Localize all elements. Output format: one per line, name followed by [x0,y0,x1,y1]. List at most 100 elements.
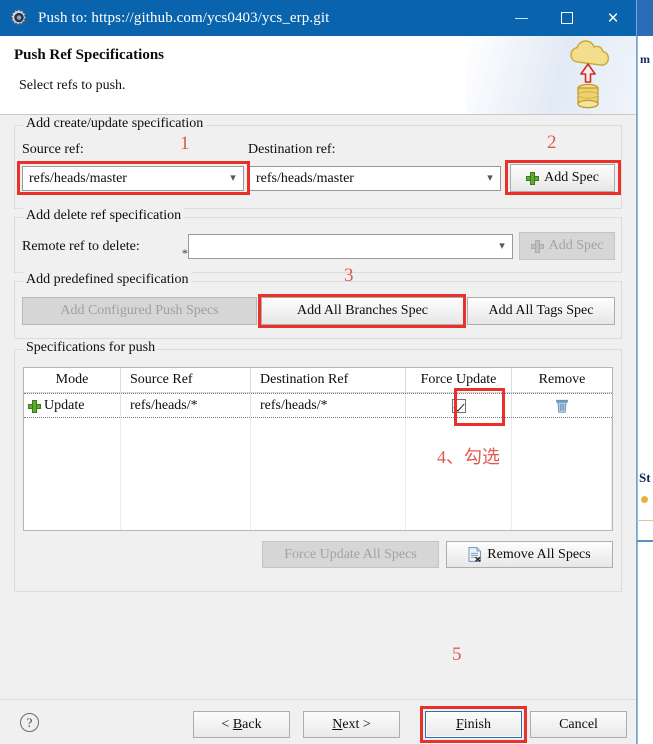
chevron-down-icon: ▾ [487,172,493,184]
minimize-icon [514,17,528,19]
empty-cell [406,518,512,530]
cancel-button-label: Cancel [559,716,598,732]
document-delete-icon [468,547,482,562]
source-ref-value: refs/heads/master [29,170,127,186]
cloud-upload-database-icon [560,38,616,112]
empty-cell [251,418,406,443]
empty-cell [251,518,406,530]
empty-cell [406,443,512,468]
empty-cell [406,418,512,443]
background-editor-area [637,36,653,744]
empty-cell [512,518,612,530]
empty-cell [24,418,121,443]
empty-cell [121,493,251,518]
background-titlebar [637,0,653,36]
column-header-mode[interactable]: Mode [24,368,121,392]
push-dialog: Push to: https://github.com/ycs0403/ycs_… [0,0,637,744]
background-marker-dot [641,496,648,503]
remote-ref-combo[interactable]: ▾ [188,234,513,259]
background-text-b: St [639,470,651,485]
force-update-all-specs-label: Force Update All Specs [284,546,417,562]
maximize-button[interactable] [544,0,590,36]
cell-remove[interactable] [512,394,612,417]
table-row-empty [24,443,612,468]
help-icon[interactable]: ? [20,713,39,732]
empty-cell [512,418,612,443]
dialog-title: Push to: https://github.com/ycs0403/ycs_… [38,9,330,26]
destination-ref-value: refs/heads/master [256,170,354,186]
add-all-tags-spec-button[interactable]: Add All Tags Spec [467,297,615,325]
add-configured-push-specs-button[interactable]: Add Configured Push Specs [22,297,257,325]
empty-cell [251,468,406,493]
remote-ref-label: Remote ref to delete: [22,239,140,254]
background-divider [637,520,653,521]
plus-icon [526,171,540,185]
cell-mode: Update [24,394,121,417]
empty-cell [121,468,251,493]
gear-icon [9,8,29,28]
table-row-empty [24,468,612,493]
specs-group-label: Specifications for push [23,340,159,356]
table-row-empty [24,418,612,443]
empty-cell [24,493,121,518]
column-header-source-ref[interactable]: Source Ref [121,368,251,392]
empty-cell [406,468,512,493]
close-icon: × [607,7,619,29]
empty-cell [24,518,121,530]
back-button-label: < Back [221,716,262,732]
empty-cell [121,418,251,443]
add-spec-create-button[interactable]: Add Spec [510,164,615,192]
column-header-remove[interactable]: Remove [512,368,612,392]
table-header-row: Mode Source Ref Destination Ref Force Up… [24,368,612,393]
source-ref-combo[interactable]: refs/heads/master ▾ [22,166,244,191]
add-all-branches-spec-button[interactable]: Add All Branches Spec [261,297,464,325]
column-header-destination-ref[interactable]: Destination Ref [251,368,406,392]
force-update-all-specs-button[interactable]: Force Update All Specs [262,541,439,568]
add-spec-delete-button[interactable]: Add Spec [519,232,615,260]
empty-cell [121,443,251,468]
table-row-empty [24,518,612,530]
cell-destination-ref: refs/heads/* [251,394,406,417]
delete-spec-icon [530,239,544,253]
next-button[interactable]: Next > [303,711,400,738]
cell-mode-label: Update [44,397,85,413]
add-all-tags-spec-label: Add All Tags Spec [488,303,594,318]
destination-ref-combo[interactable]: refs/heads/master ▾ [249,166,501,191]
empty-cell [512,468,612,493]
close-button[interactable]: × [590,0,636,36]
add-all-branches-spec-label: Add All Branches Spec [296,303,429,318]
column-header-force-update[interactable]: Force Update [406,368,512,392]
force-update-checkbox[interactable] [451,398,466,413]
remove-all-specs-label: Remove All Specs [487,546,591,562]
chevron-down-icon: ▾ [230,172,236,184]
plus-icon [28,400,41,413]
empty-cell [512,443,612,468]
minimize-button[interactable] [498,0,544,36]
predefined-group-label: Add predefined specification [23,272,192,288]
empty-cell [24,468,121,493]
table-row[interactable]: Update refs/heads/* refs/heads/* [24,393,612,418]
add-configured-push-specs-label: Add Configured Push Specs [60,303,219,318]
chevron-down-icon: ▾ [499,240,505,252]
empty-cell [251,443,406,468]
destination-ref-label: Destination ref: [248,142,336,157]
trash-icon[interactable] [556,399,568,413]
finish-button[interactable]: Finish [425,711,522,738]
next-button-label: Next > [332,716,371,732]
annotation-number-5: 5 [452,644,462,665]
page-subtitle: Select refs to push. [19,78,126,93]
specs-table[interactable]: Mode Source Ref Destination Ref Force Up… [23,367,613,531]
cell-force-update[interactable] [406,394,512,417]
empty-cell [251,493,406,518]
wizard-banner: Push Ref Specifications Select refs to p… [0,36,636,115]
back-button[interactable]: < Back [193,711,290,738]
empty-cell [24,443,121,468]
required-marker: * [182,246,188,260]
source-ref-label: Source ref: [22,142,84,157]
remove-all-specs-button[interactable]: Remove All Specs [446,541,613,568]
cancel-button[interactable]: Cancel [530,711,627,738]
empty-cell [121,518,251,530]
table-row-empty [24,493,612,518]
maximize-icon [561,12,573,24]
cell-source-ref: refs/heads/* [121,394,251,417]
